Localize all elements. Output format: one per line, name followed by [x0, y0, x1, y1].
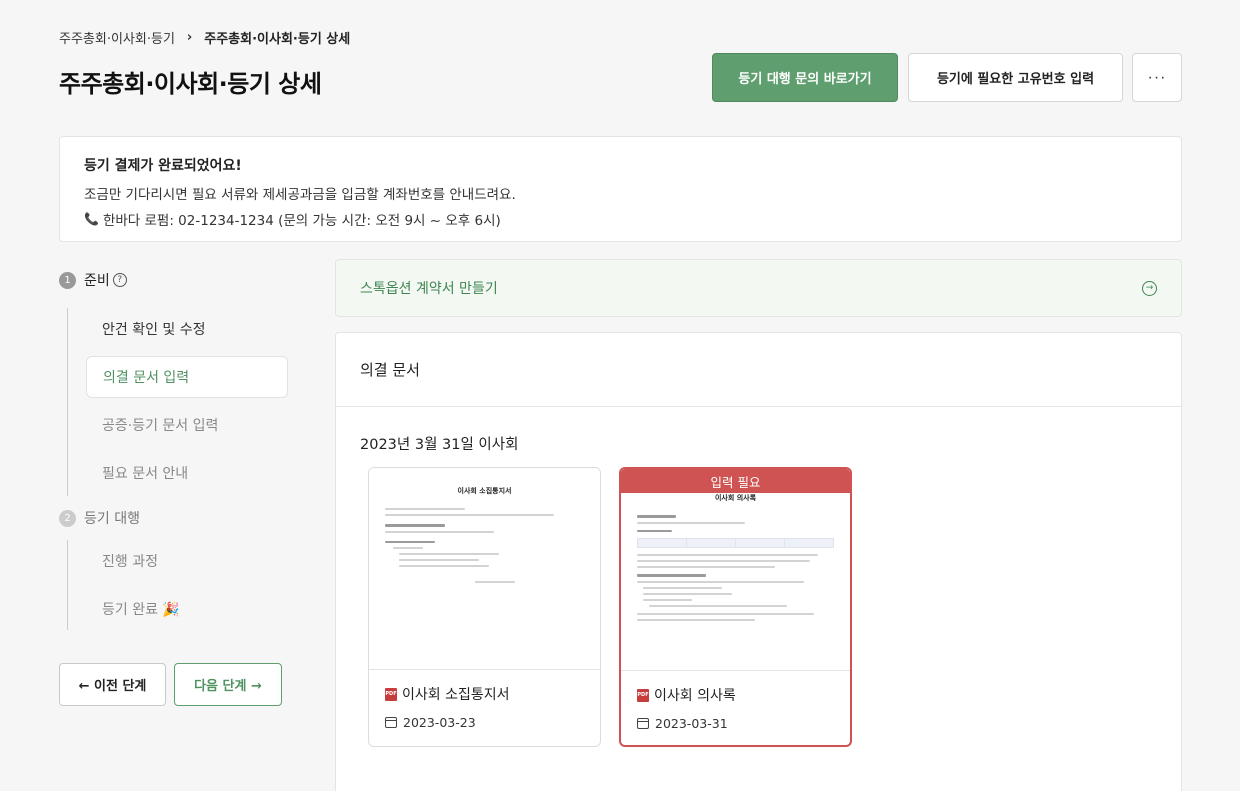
notice-phone-text: 한바다 로펌: 02-1234-1234 (문의 가능 시간: 오전 9시 ~ … — [102, 213, 501, 229]
prev-step-button[interactable]: ← 이전 단계 — [59, 663, 166, 706]
enter-unique-number-button[interactable]: 등기에 필요한 고유번호 입력 — [908, 53, 1123, 102]
breadcrumb: 주주총회·이사회·등기 › 주주총회·이사회·등기 상세 — [59, 28, 350, 47]
step-2-header: 2 등기 대행 — [59, 504, 289, 532]
substep-registration-complete[interactable]: 등기 완료 🎉 — [86, 588, 289, 630]
calendar-icon — [385, 717, 397, 728]
pdf-icon: PDF — [637, 688, 649, 702]
doc-preview-thumbnail: 입력 필요 이사회 의사록 — [621, 469, 850, 671]
step-1-number: 1 — [59, 271, 76, 289]
substep-required-docs-guide[interactable]: 필요 문서 안내 — [86, 452, 289, 494]
breadcrumb-current: 주주총회·이사회·등기 상세 — [204, 32, 351, 47]
doc-preview-thumbnail: 이사회 소집통지서 — [369, 468, 600, 670]
doc-name: 이사회 의사록 — [654, 688, 736, 704]
step-2-substeps: 진행 과정 등기 완료 🎉 — [67, 540, 289, 630]
step-2-label: 등기 대행 — [84, 511, 140, 527]
stock-option-label: 스톡옵션 계약서 만들기 — [360, 281, 498, 297]
preview-title: 이사회 소집통지서 — [457, 487, 512, 495]
doc-name: 이사회 소집통지서 — [402, 687, 510, 703]
registration-inquiry-button[interactable]: 등기 대행 문의 바로가기 — [712, 53, 898, 102]
resolution-docs-panel: 의결 문서 2023년 3월 31일 이사회 이사회 소집통지서 PDF 이사회… — [335, 332, 1182, 791]
substep-resolution-docs[interactable]: 의결 문서 입력 — [86, 356, 288, 398]
substep-review-agenda[interactable]: 안건 확인 및 수정 — [86, 308, 289, 350]
doc-card-minutes[interactable]: 입력 필요 이사회 의사록 PDF 이사회 의사록 2023-03-31 — [619, 467, 852, 747]
step-1-label: 준비 — [84, 273, 110, 289]
notice-message: 조금만 기다리시면 필요 서류와 제세공과금을 입금할 계좌번호를 안내드려요. — [84, 187, 516, 203]
notice-phone-line: 📞 한바다 로펌: 02-1234-1234 (문의 가능 시간: 오전 9시 … — [84, 209, 1157, 229]
stock-option-contract-link[interactable]: 스톡옵션 계약서 만들기 → — [335, 259, 1182, 317]
substep-notary-registration-docs[interactable]: 공증·등기 문서 입력 — [86, 404, 289, 446]
doc-date: 2023-03-31 — [655, 716, 728, 731]
pdf-icon: PDF — [385, 687, 397, 701]
step-1-header: 1 준비 ? — [59, 266, 289, 294]
doc-date: 2023-03-23 — [403, 715, 476, 730]
page-title: 주주총회·이사회·등기 상세 — [59, 70, 322, 98]
notice-title: 등기 결제가 완료되었어요! — [84, 158, 242, 174]
input-required-badge: 입력 필요 — [621, 469, 850, 493]
next-step-button[interactable]: 다음 단계 → — [174, 663, 282, 706]
phone-icon: 📞 — [84, 212, 99, 226]
step-2-number: 2 — [59, 509, 76, 527]
breadcrumb-parent[interactable]: 주주총회·이사회·등기 — [59, 28, 175, 47]
docs-panel-header: 의결 문서 — [336, 333, 1181, 407]
ellipsis-icon: ··· — [1147, 68, 1167, 86]
calendar-icon — [637, 718, 649, 729]
substep-progress[interactable]: 진행 과정 — [86, 540, 289, 582]
payment-complete-notice: 등기 결제가 완료되었어요! 조금만 기다리시면 필요 서류와 제세공과금을 입… — [59, 136, 1182, 242]
preview-title: 이사회 의사록 — [714, 494, 757, 502]
help-icon[interactable]: ? — [112, 273, 127, 287]
step-1-substeps: 안건 확인 및 수정 의결 문서 입력 공증·등기 문서 입력 필요 문서 안내 — [67, 308, 289, 496]
step-navigator: 1 준비 ? 안건 확인 및 수정 의결 문서 입력 공증·등기 문서 입력 필… — [59, 266, 289, 630]
meeting-title: 2023년 3월 31일 이사회 — [360, 437, 519, 453]
more-options-button[interactable]: ··· — [1132, 53, 1182, 102]
arrow-right-circle-icon: → — [1142, 280, 1157, 296]
breadcrumb-separator-icon: › — [186, 30, 193, 45]
doc-card-notice[interactable]: 이사회 소집통지서 PDF 이사회 소집통지서 2023-03-23 — [368, 467, 601, 747]
step-nav-buttons: ← 이전 단계 다음 단계 → — [59, 663, 282, 706]
